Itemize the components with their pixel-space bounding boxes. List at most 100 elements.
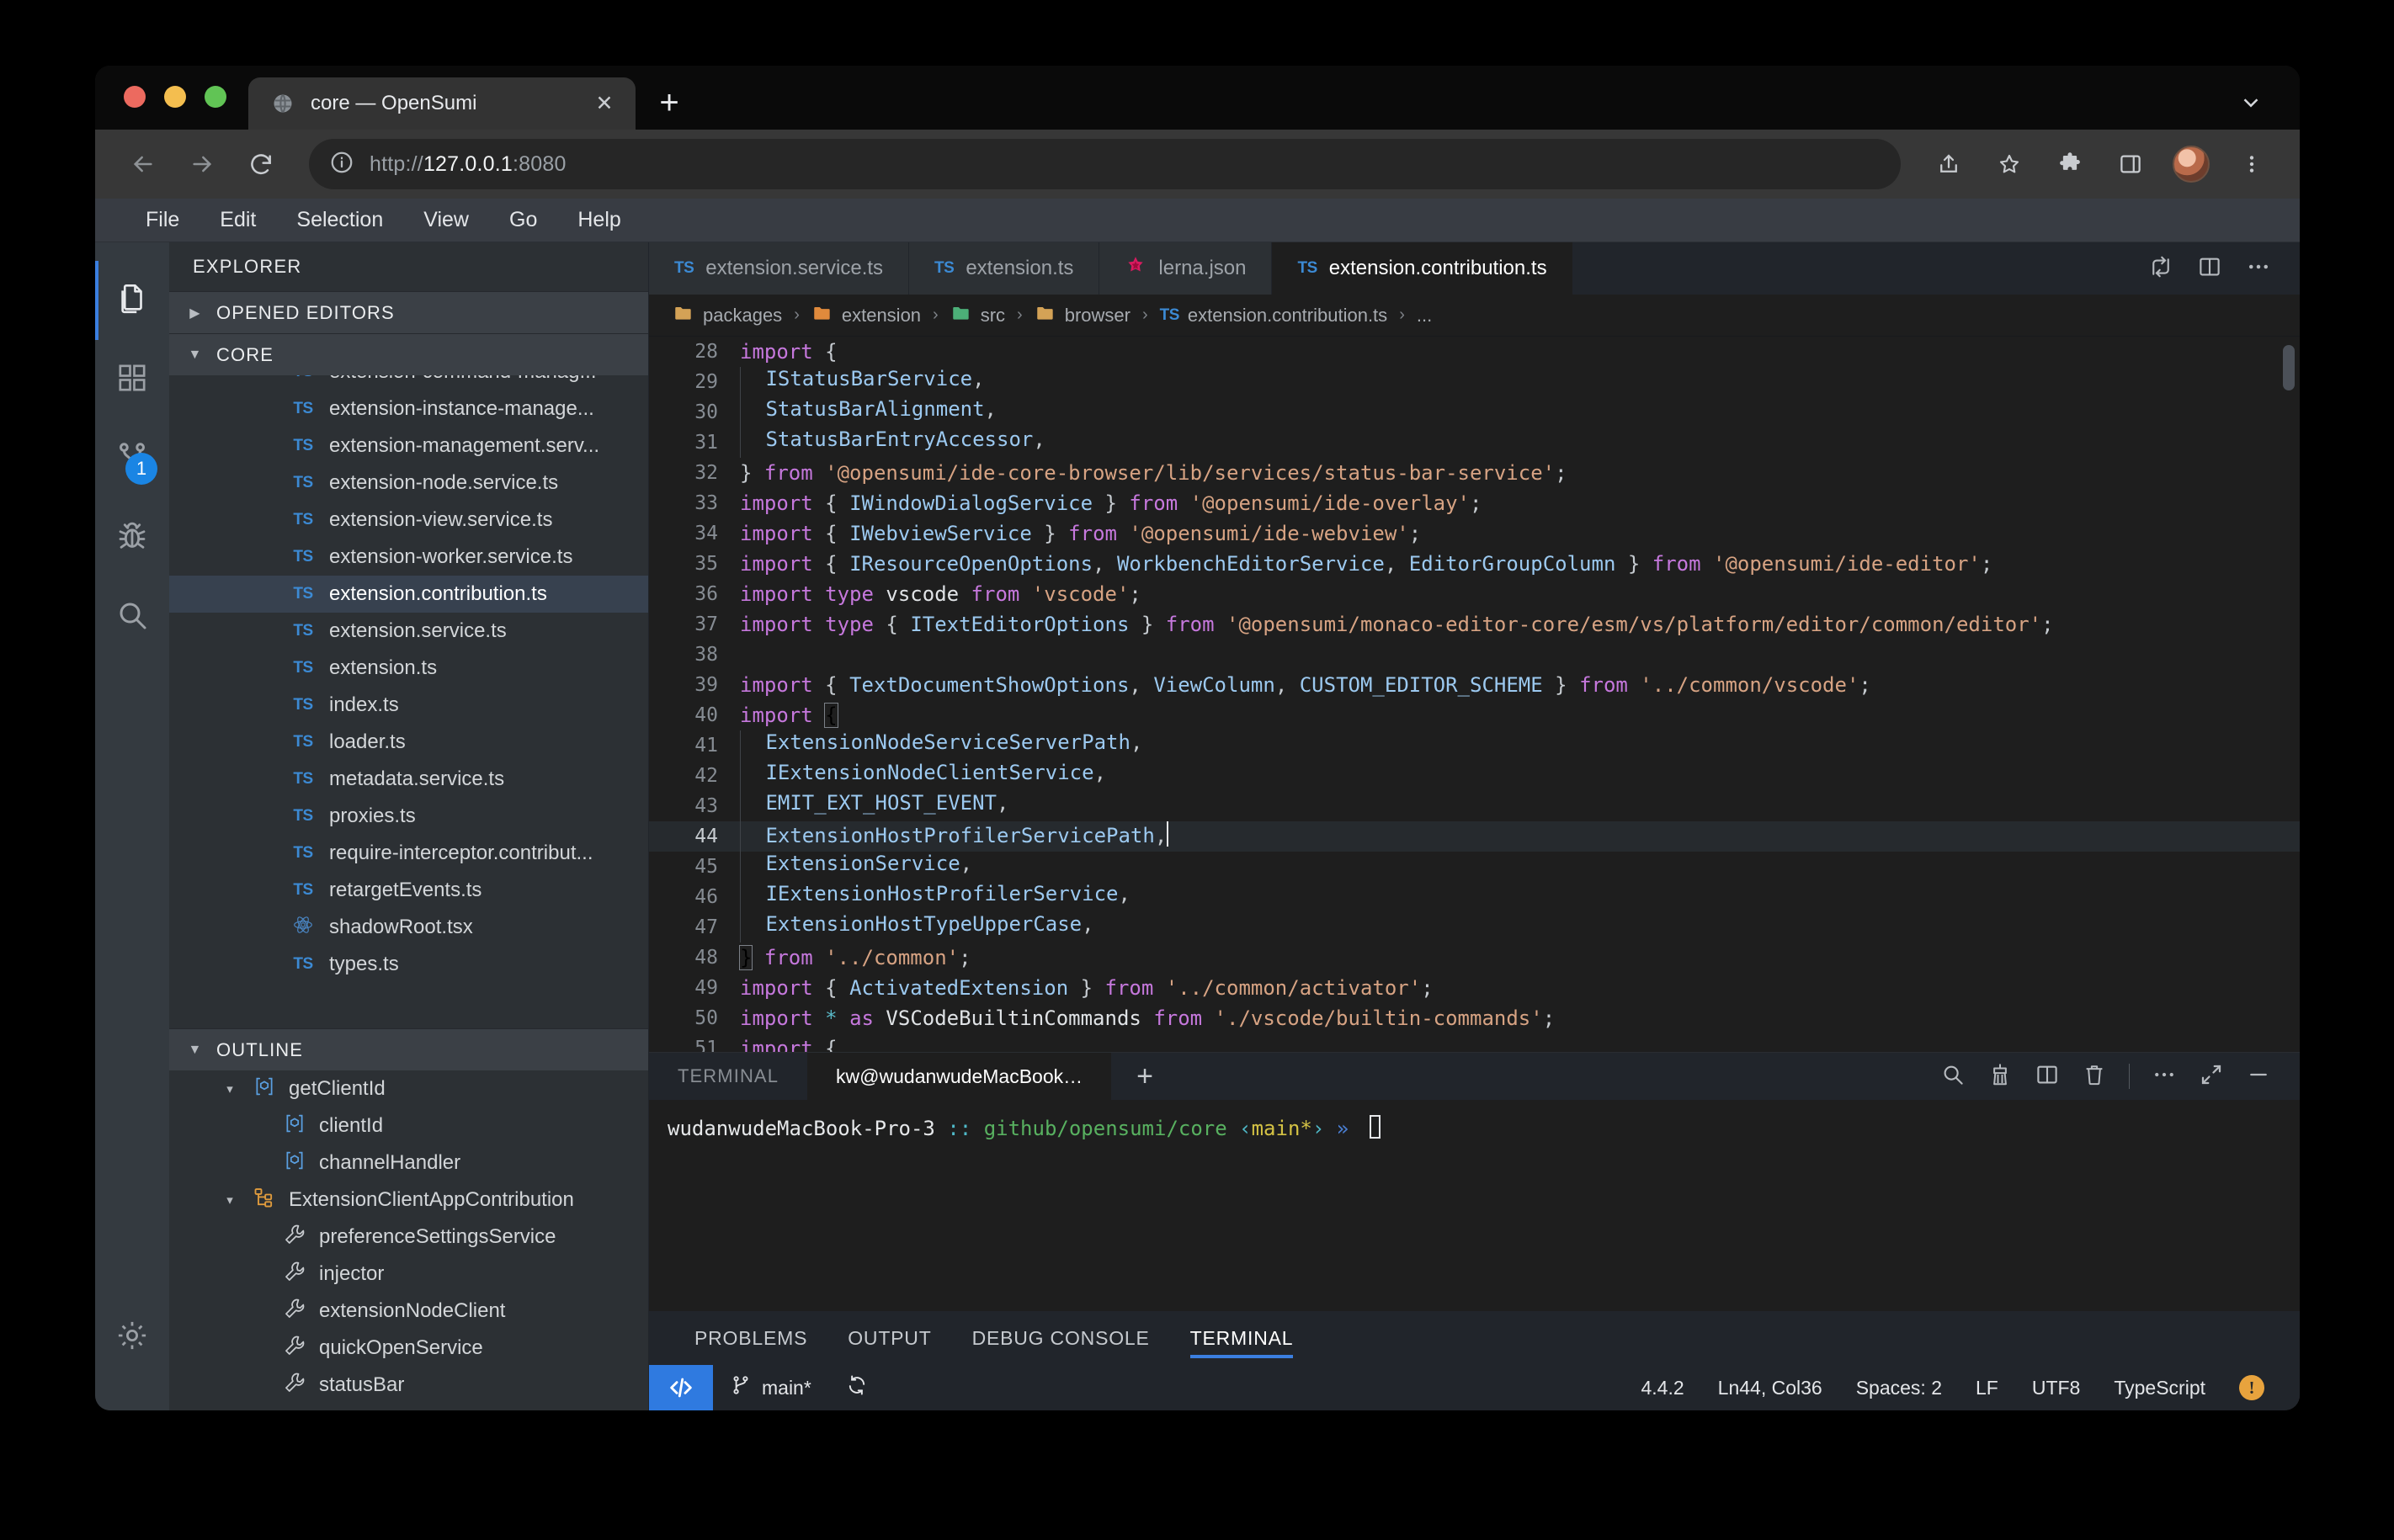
code-line[interactable]: 40 import { — [649, 700, 2300, 730]
code-line[interactable]: 38 — [649, 640, 2300, 670]
share-icon[interactable] — [1923, 138, 1975, 190]
search-icon[interactable] — [1940, 1062, 1966, 1091]
new-tab-button[interactable]: + — [646, 79, 693, 126]
breadcrumb[interactable]: packages › extension › src › browser › TS extensi… — [649, 295, 2300, 337]
panel-tab[interactable]: TERMINAL — [1170, 1311, 1314, 1365]
breadcrumb-segment[interactable]: ... — [1417, 305, 1432, 327]
menu-go[interactable]: Go — [489, 199, 557, 242]
outline-item[interactable]: ▾ getClientId — [169, 1070, 648, 1107]
remote-code-icon[interactable] — [649, 1365, 713, 1410]
code-line[interactable]: 45 ExtensionService, — [649, 852, 2300, 883]
panel-tab[interactable]: DEBUG CONSOLE — [952, 1311, 1170, 1365]
site-info-icon[interactable] — [329, 150, 354, 179]
activity-search[interactable] — [95, 577, 169, 656]
close-window-button[interactable] — [124, 86, 146, 108]
file-tree-item[interactable]: TS extension-management.serv... — [169, 427, 648, 465]
code-line[interactable]: 28 import { — [649, 337, 2300, 367]
code-line[interactable]: 37 import type { ITextEditorOptions } fro… — [649, 609, 2300, 640]
outline-item[interactable]: ▾ ExtensionClientAppContribution — [169, 1182, 648, 1219]
editor-scrollbar[interactable] — [2283, 345, 2295, 391]
activity-settings[interactable] — [95, 1298, 169, 1377]
status-language-mode[interactable]: TypeScript — [2097, 1377, 2222, 1399]
menu-edit[interactable]: Edit — [200, 199, 276, 242]
activity-debug[interactable] — [95, 498, 169, 577]
split-terminal-icon[interactable] — [2035, 1062, 2060, 1091]
reload-button[interactable] — [235, 138, 287, 190]
outline-tree[interactable]: ▾ getClientId clientId channelHandler ▾ Exten… — [169, 1070, 648, 1410]
editor-tab[interactable]: TS extension.contribution.ts — [1272, 242, 1573, 295]
editor-tab[interactable]: TS extension.ts — [909, 242, 1100, 295]
file-tree-item[interactable]: TS extension-instance-manage... — [169, 390, 648, 427]
chevron-down-icon[interactable]: ▾ — [220, 1081, 240, 1097]
code-line[interactable]: 30 StatusBarAlignment, — [649, 397, 2300, 428]
chevron-down-icon[interactable]: ▾ — [220, 1192, 240, 1208]
file-tree-item[interactable]: TS extension-node.service.ts — [169, 465, 648, 502]
more-actions-icon[interactable] — [2152, 1062, 2177, 1091]
terminal-output[interactable]: wudanwudeMacBook-Pro-3 :: github/opensum… — [649, 1100, 2300, 1311]
activity-extensions[interactable] — [95, 340, 169, 419]
extensions-puzzle-icon[interactable] — [2044, 138, 2096, 190]
kill-terminal-icon[interactable] — [2082, 1062, 2107, 1091]
split-editor-icon[interactable] — [2197, 254, 2222, 284]
file-tree-item[interactable]: TS extension-command-manag... — [169, 375, 648, 390]
file-tree-item[interactable]: TS types.ts — [169, 946, 648, 983]
file-tree-item[interactable]: TS metadata.service.ts — [169, 761, 648, 798]
terminal-tab[interactable]: kw@wudanwudeMacBook… — [807, 1053, 1112, 1100]
breadcrumb-segment[interactable]: TS extension.contribution.ts — [1160, 305, 1388, 327]
code-editor[interactable]: 28 import {29 IStatusBarService, 30 Status… — [649, 337, 2300, 1052]
breadcrumb-segment[interactable]: browser — [1035, 302, 1130, 329]
outline-item[interactable]: channelHandler — [169, 1144, 648, 1182]
file-tree[interactable]: TS extension-command-manag... TS extension-… — [169, 375, 648, 1028]
code-line[interactable]: 31 StatusBarEntryAccessor, — [649, 427, 2300, 459]
new-terminal-button[interactable]: + — [1111, 1053, 1178, 1100]
maximize-window-button[interactable] — [205, 86, 226, 108]
status-version[interactable]: 4.4.2 — [1625, 1377, 1701, 1399]
status-eol[interactable]: LF — [1959, 1377, 2015, 1399]
file-tree-item[interactable]: TS extension.service.ts — [169, 613, 648, 650]
avatar[interactable] — [2165, 138, 2217, 190]
breadcrumb-segment[interactable]: extension — [811, 302, 921, 329]
section-outline[interactable]: ▼ OUTLINE — [169, 1028, 648, 1070]
file-tree-item[interactable]: shadowRoot.tsx — [169, 909, 648, 946]
split-editor-vertical-icon[interactable] — [2148, 254, 2173, 284]
menu-selection[interactable]: Selection — [276, 199, 403, 242]
code-line[interactable]: 32} from '@opensumi/ide-core-browser/lib… — [649, 458, 2300, 488]
code-line[interactable]: 42 IExtensionNodeClientService, — [649, 761, 2300, 792]
status-encoding[interactable]: UTF8 — [2015, 1377, 2098, 1399]
code-line[interactable]: 46 IExtensionHostProfilerService, — [649, 882, 2300, 913]
activity-source-control[interactable]: 1 — [95, 419, 169, 498]
breadcrumb-segment[interactable]: src — [950, 302, 1005, 329]
menu-view[interactable]: View — [403, 199, 489, 242]
status-cursor-position[interactable]: Ln44, Col36 — [1701, 1377, 1839, 1399]
status-indentation[interactable]: Spaces: 2 — [1839, 1377, 1959, 1399]
menu-file[interactable]: File — [125, 199, 200, 242]
menu-help[interactable]: Help — [557, 199, 641, 242]
file-tree-item[interactable]: TS retargetEvents.ts — [169, 872, 648, 909]
file-tree-item[interactable]: TS loader.ts — [169, 724, 648, 761]
close-icon[interactable]: ✕ — [590, 89, 619, 118]
minimize-window-button[interactable] — [164, 86, 186, 108]
code-line[interactable]: 33 import { IWindowDialogService } from '… — [649, 488, 2300, 518]
editor-tab[interactable]: TS extension.service.ts — [649, 242, 910, 295]
outline-item[interactable]: quickOpenService — [169, 1330, 648, 1367]
code-line[interactable]: 34 import { IWebviewService } from '@open… — [649, 518, 2300, 549]
outline-item[interactable]: extensionNodeClient — [169, 1293, 648, 1330]
outline-item[interactable]: clientId — [169, 1107, 648, 1144]
more-actions-icon[interactable] — [2246, 254, 2271, 284]
panel-tab[interactable]: PROBLEMS — [674, 1311, 827, 1365]
file-tree-item[interactable]: TS proxies.ts — [169, 798, 648, 835]
file-tree-item[interactable]: TS extension.contribution.ts — [169, 576, 648, 613]
code-line[interactable]: 39 import { TextDocumentShowOptions, View… — [649, 670, 2300, 700]
file-tree-item[interactable]: TS extension.ts — [169, 650, 648, 687]
code-line[interactable]: 36 import type vscode from 'vscode'; — [649, 579, 2300, 609]
breadcrumb-segment[interactable]: packages — [673, 302, 782, 329]
code-line[interactable]: 41 ExtensionNodeServiceServerPath, — [649, 730, 2300, 762]
back-button[interactable] — [117, 138, 169, 190]
status-branch[interactable]: main* — [713, 1365, 828, 1410]
address-bar[interactable]: http://127.0.0.1:8080 — [309, 139, 1901, 189]
code-line[interactable]: 51 import { — [649, 1033, 2300, 1052]
code-line[interactable]: 50 import * as VSCodeBuiltinCommands from… — [649, 1003, 2300, 1033]
panel-tab[interactable]: OUTPUT — [827, 1311, 951, 1365]
clear-terminal-icon[interactable] — [1987, 1062, 2013, 1091]
code-line[interactable]: 47 ExtensionHostTypeUpperCase, — [649, 912, 2300, 943]
